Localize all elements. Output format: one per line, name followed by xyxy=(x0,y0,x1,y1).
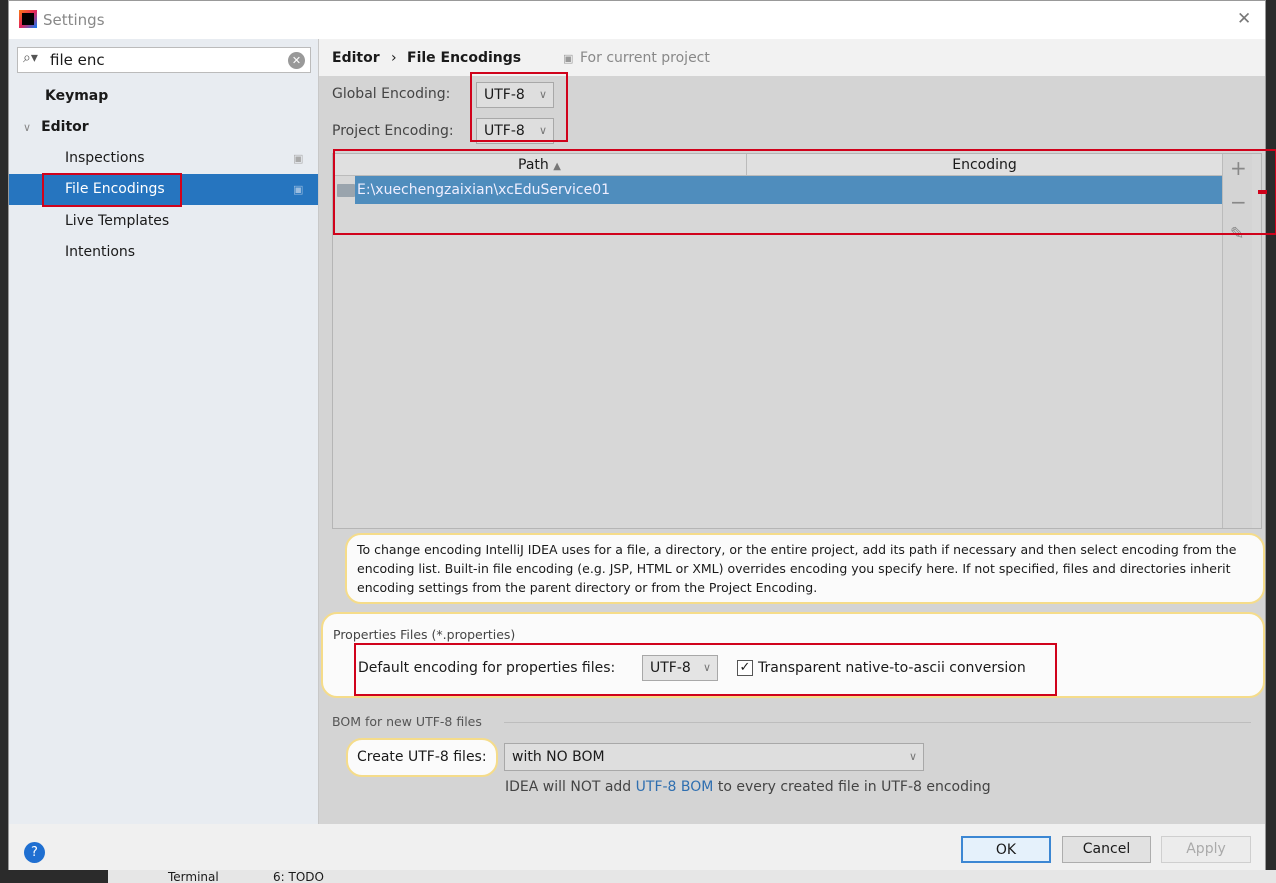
close-icon[interactable]: ✕ xyxy=(1237,9,1251,29)
create-utf8-label: Create UTF-8 files: xyxy=(357,749,487,765)
title-bar: Settings ✕ xyxy=(9,1,1265,39)
breadcrumb-current: File Encodings xyxy=(407,50,522,66)
bom-note: IDEA will NOT add UTF-8 BOM to every cre… xyxy=(505,779,991,795)
chevron-down-icon[interactable]: ∨ xyxy=(23,121,31,134)
breadcrumb: Editor › File Encodings ▣ For current pr… xyxy=(319,39,1265,76)
sidebar-item-label: Live Templates xyxy=(65,213,170,229)
sidebar-item-label: Keymap xyxy=(45,88,109,104)
encoding-hint: To change encoding IntelliJ IDEA uses fo… xyxy=(345,533,1265,604)
settings-dialog: Settings ✕ ⌕▾ file enc ✕ Keymap ∨ Editor … xyxy=(8,0,1276,870)
sidebar-item-inspections[interactable]: Inspections ▣ xyxy=(9,143,318,174)
sidebar-item-live-templates[interactable]: Live Templates xyxy=(9,206,318,237)
breadcrumb-separator: › xyxy=(391,50,397,66)
highlight-box xyxy=(42,173,182,207)
apply-button[interactable]: Apply xyxy=(1161,836,1251,863)
breadcrumb-parent: Editor xyxy=(332,50,380,66)
note-text: IDEA will NOT add xyxy=(505,779,636,795)
chevron-down-icon: ∨ xyxy=(908,750,917,763)
search-value: file enc xyxy=(50,51,105,69)
note-text: to every created file in UTF-8 encoding xyxy=(713,779,991,795)
divider xyxy=(504,722,1251,723)
global-encoding-label: Global Encoding: xyxy=(332,86,451,102)
clear-search-icon[interactable]: ✕ xyxy=(288,52,305,69)
search-icon: ⌕▾ xyxy=(23,50,38,66)
project-encoding-label: Project Encoding: xyxy=(332,123,454,139)
sidebar: ⌕▾ file enc ✕ Keymap ∨ Editor Inspections… xyxy=(9,39,319,824)
window-title: Settings xyxy=(43,11,105,29)
cancel-button[interactable]: Cancel xyxy=(1062,836,1151,863)
todo-tab[interactable]: 6: TODO xyxy=(273,870,324,883)
highlight-box xyxy=(470,72,568,142)
file-encodings-panel: Global Encoding: UTF-8 ∨ Project Encoding… xyxy=(319,72,1276,824)
sidebar-item-label: Inspections xyxy=(65,150,145,166)
utf8-bom-link[interactable]: UTF-8 BOM xyxy=(636,779,714,795)
scope-label: For current project xyxy=(580,50,710,66)
bom-section-title: BOM for new UTF-8 files xyxy=(332,714,482,729)
ide-status-bar: Terminal 6: TODO xyxy=(108,870,1276,883)
project-scope-icon: ▣ xyxy=(293,152,304,165)
intellij-logo-icon xyxy=(19,10,37,28)
dialog-footer: ? OK Cancel Apply xyxy=(9,824,1265,870)
highlight-box xyxy=(333,149,1276,235)
project-scope-icon: ▣ xyxy=(563,52,574,65)
ok-button[interactable]: OK xyxy=(961,836,1051,863)
properties-section-title: Properties Files (*.properties) xyxy=(333,627,516,642)
highlight-marker xyxy=(1258,190,1267,194)
highlight-box xyxy=(354,643,1057,696)
sidebar-item-label: Editor xyxy=(41,119,89,135)
hint-text: To change encoding IntelliJ IDEA uses fo… xyxy=(357,542,1237,595)
bom-select[interactable]: with NO BOM ∨ xyxy=(504,743,924,771)
terminal-tab[interactable]: Terminal xyxy=(168,870,219,883)
sidebar-item-intentions[interactable]: Intentions xyxy=(9,237,318,268)
project-scope-icon: ▣ xyxy=(293,183,304,196)
sidebar-item-label: Intentions xyxy=(65,244,136,260)
help-icon[interactable]: ? xyxy=(24,842,45,863)
select-value: with NO BOM xyxy=(512,749,605,765)
search-input[interactable]: ⌕▾ file enc ✕ xyxy=(17,47,311,73)
sidebar-item-editor[interactable]: ∨ Editor xyxy=(9,112,318,143)
sidebar-item-keymap[interactable]: Keymap xyxy=(9,81,318,112)
